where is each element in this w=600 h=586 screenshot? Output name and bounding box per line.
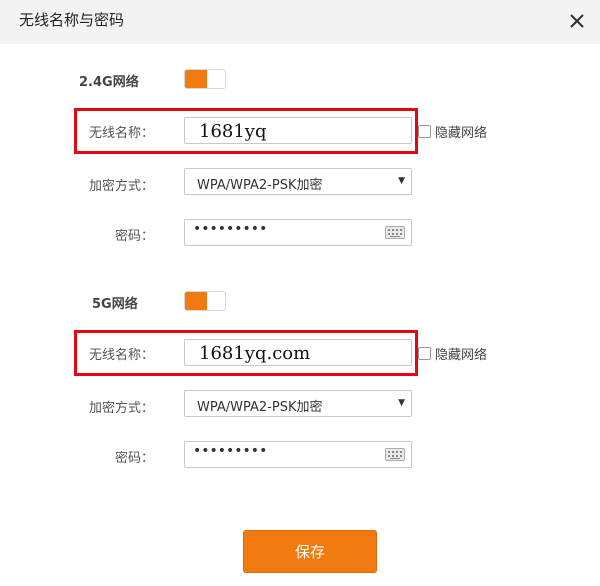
- password-value: •••••••••: [193, 221, 268, 237]
- close-icon[interactable]: [566, 10, 588, 32]
- toggle-fill: [185, 70, 207, 88]
- band-24-encryption-select[interactable]: WPA/WPA2-PSK加密 ▼: [184, 168, 412, 195]
- band-24-hide-network[interactable]: 隐藏网络: [418, 122, 487, 141]
- band-5-label: 5G网络: [92, 297, 138, 312]
- password-value: •••••••••: [193, 443, 268, 459]
- band-24-toggle[interactable]: [184, 69, 226, 89]
- hide-network-checkbox[interactable]: [418, 125, 431, 138]
- dropdown-arrow-icon: ▼: [398, 398, 405, 408]
- dialog-header: 无线名称与密码: [0, 0, 600, 44]
- ssid-value: 1681yq.com: [199, 343, 311, 364]
- band-24-password-label: 密码：: [114, 229, 154, 244]
- band-24-encryption-label: 加密方式：: [88, 179, 154, 194]
- band-24-ssid-input[interactable]: 1681yq: [184, 117, 412, 144]
- hide-network-label: 隐藏网络: [435, 348, 488, 363]
- encryption-value: WPA/WPA2-PSK加密: [197, 400, 323, 415]
- keyboard-icon[interactable]: [385, 448, 405, 461]
- band-24-ssid-label: 无线名称：: [88, 126, 154, 141]
- ssid-value: 1681yq: [199, 121, 267, 142]
- dropdown-arrow-icon: ▼: [398, 176, 405, 186]
- band-5-toggle[interactable]: [184, 291, 226, 311]
- hide-network-checkbox[interactable]: [418, 347, 431, 360]
- band-5-ssid-label: 无线名称：: [88, 348, 154, 363]
- band-5-encryption-select[interactable]: WPA/WPA2-PSK加密 ▼: [184, 390, 412, 417]
- band-5-encryption-label: 加密方式：: [88, 401, 154, 416]
- band-5-ssid-input[interactable]: 1681yq.com: [184, 339, 412, 366]
- save-button[interactable]: 保存: [243, 530, 377, 573]
- hide-network-label: 隐藏网络: [435, 126, 488, 141]
- band-5-password-label: 密码：: [114, 451, 154, 466]
- dialog-title: 无线名称与密码: [19, 11, 125, 29]
- band-24-label: 2.4G网络: [79, 75, 139, 90]
- band-5-password-input[interactable]: •••••••••: [184, 441, 412, 468]
- keyboard-icon[interactable]: [385, 226, 405, 239]
- encryption-value: WPA/WPA2-PSK加密: [197, 178, 323, 193]
- band-5-hide-network[interactable]: 隐藏网络: [418, 344, 487, 363]
- toggle-fill: [185, 292, 207, 310]
- band-24-password-input[interactable]: •••••••••: [184, 219, 412, 246]
